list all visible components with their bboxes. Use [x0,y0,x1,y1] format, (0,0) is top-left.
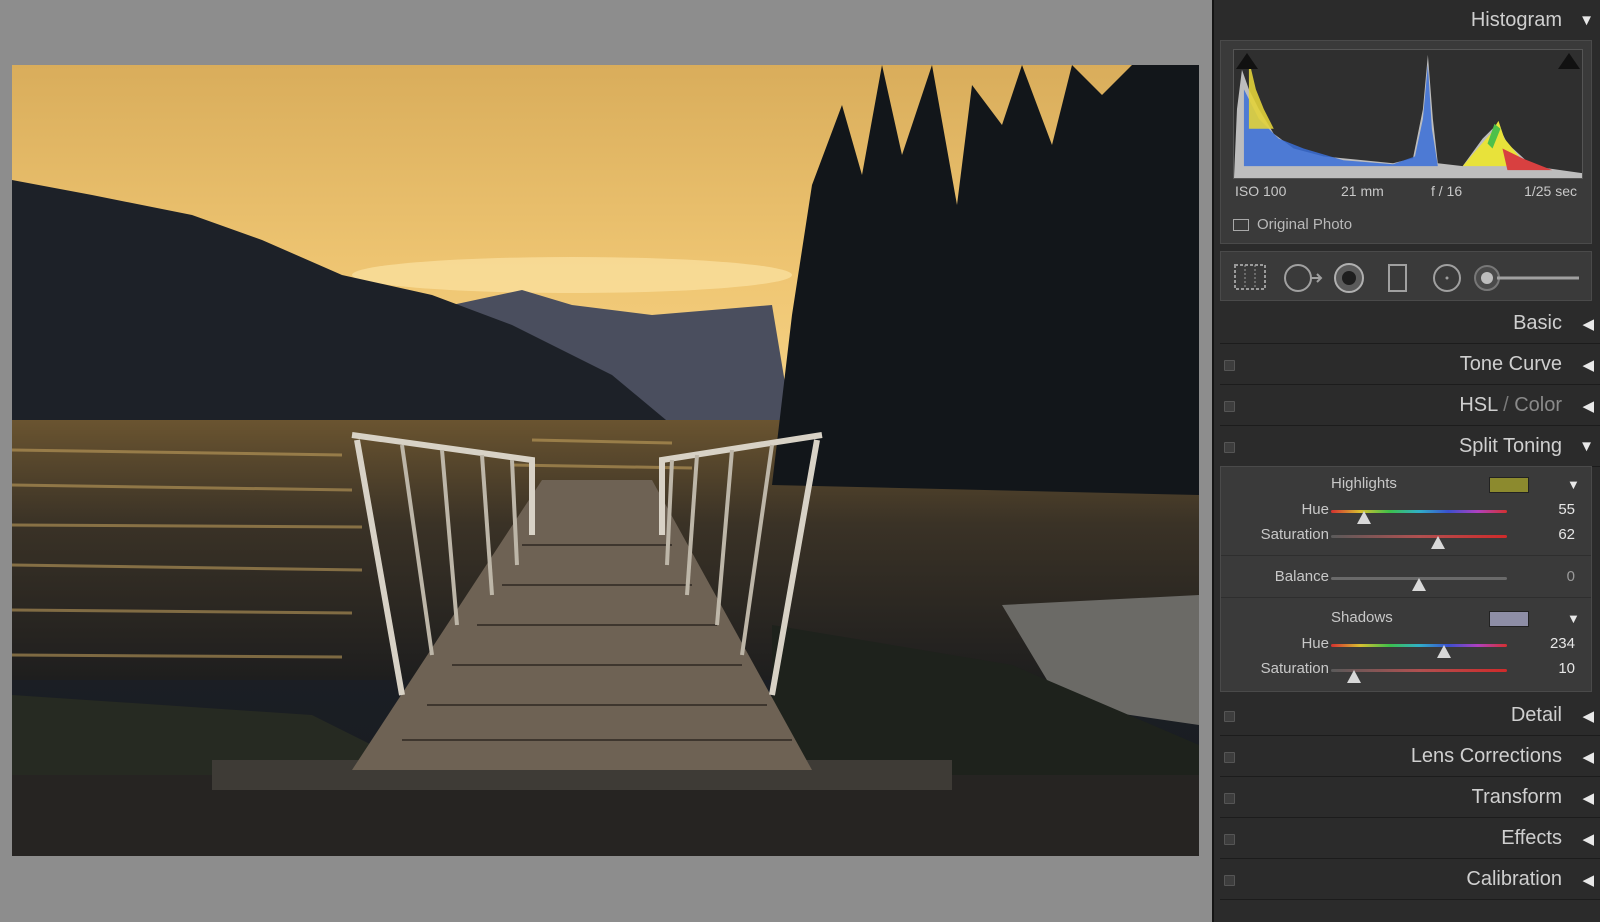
histogram-box: ISO 100 21 mm f / 16 1/25 sec Original P… [1220,40,1592,244]
highlights-sat-row: Saturation 62 [1221,526,1591,549]
shadows-sat-slider[interactable] [1331,669,1507,683]
crop-overlay-icon[interactable] [1233,263,1267,291]
transform-panel-header[interactable]: Transform ◀ [1220,777,1600,818]
highlights-sat-label: Saturation [1260,526,1329,543]
highlights-sat-value[interactable]: 62 [1558,526,1575,543]
checkbox-icon[interactable] [1233,219,1249,232]
hsl-separator: / [1497,394,1515,416]
photo-preview[interactable] [12,65,1199,856]
focal-readout: 21 mm [1341,183,1384,199]
basic-panel-header[interactable]: Basic ◀ [1220,303,1600,344]
highlights-label: Highlights [1331,475,1397,492]
balance-slider[interactable] [1331,577,1507,591]
collapse-down-icon[interactable]: ▼ [1579,12,1594,29]
collapsed-left-icon[interactable]: ◀ [1582,871,1594,889]
lens-corrections-title: Lens Corrections [1410,745,1562,767]
panel-switch-icon[interactable] [1224,442,1235,453]
aperture-readout: f / 16 [1431,183,1463,199]
collapsed-left-icon[interactable]: ◀ [1582,830,1594,848]
split-toning-title: Split Toning [1458,435,1562,457]
original-photo-label: Original Photo [1257,216,1353,233]
split-toning-body: Highlights ▼ Hue 55 Saturation 62 Balanc… [1220,466,1592,692]
original-photo-toggle[interactable]: Original Photo [1233,216,1352,233]
collapsed-left-icon[interactable]: ◀ [1582,748,1594,766]
divider [1221,597,1591,598]
red-eye-icon[interactable] [1333,263,1365,295]
tone-curve-title: Tone Curve [1459,353,1562,375]
highlights-hue-value[interactable]: 55 [1558,501,1575,518]
calibration-panel-header[interactable]: Calibration ◀ [1220,859,1600,900]
detail-title: Detail [1510,704,1562,726]
histogram-graph[interactable] [1233,49,1583,179]
shadow-clipping-icon[interactable] [1236,53,1258,69]
shadows-hue-slider[interactable] [1331,644,1507,658]
hsl-tab[interactable]: HSL [1459,394,1497,416]
color-tab[interactable]: Color [1514,394,1562,416]
graduated-filter-icon[interactable] [1387,263,1409,293]
detail-panel-header[interactable]: Detail ◀ [1220,695,1600,736]
panel-switch-icon[interactable] [1224,793,1235,804]
radial-filter-icon[interactable] [1431,263,1463,295]
shadows-menu-icon[interactable]: ▼ [1567,611,1580,626]
highlights-hue-slider[interactable] [1331,510,1507,524]
lens-corrections-panel-header[interactable]: Lens Corrections ◀ [1220,736,1600,777]
highlights-menu-icon[interactable]: ▼ [1567,477,1580,492]
panel-switch-icon[interactable] [1224,401,1235,412]
shadows-label: Shadows [1331,609,1393,626]
calibration-title: Calibration [1466,868,1562,890]
panel-switch-icon[interactable] [1224,752,1235,763]
panel-switch-icon[interactable] [1224,360,1235,371]
shutter-readout: 1/25 sec [1524,183,1577,199]
slider-thumb[interactable] [1357,511,1372,524]
lake-dock-photo [12,65,1199,856]
histogram-title: Histogram [1470,9,1562,31]
tone-curve-panel-header[interactable]: Tone Curve ◀ [1220,344,1600,385]
shadows-sat-value[interactable]: 10 [1558,660,1575,677]
balance-row: Balance 0 [1221,568,1591,591]
collapsed-left-icon[interactable]: ◀ [1582,789,1594,807]
effects-panel-header[interactable]: Effects ◀ [1220,818,1600,859]
collapsed-left-icon[interactable]: ◀ [1582,397,1594,415]
histogram-curve [1234,54,1582,178]
histogram-header[interactable]: Histogram ▼ [1220,0,1600,40]
shadows-color-swatch[interactable] [1489,611,1529,627]
slider-thumb[interactable] [1412,578,1426,591]
slider-thumb[interactable] [1346,670,1361,683]
collapsed-left-icon[interactable]: ◀ [1582,707,1594,725]
adjustment-brush-icon[interactable] [1473,263,1583,293]
panel-switch-icon[interactable] [1224,834,1235,845]
shadows-hue-label: Hue [1301,635,1329,652]
balance-label: Balance [1274,568,1329,585]
shadows-hue-value[interactable]: 234 [1550,635,1575,652]
develop-right-panel: Histogram ▼ ISO 100 21 mm f / 16 1/25 se… [1212,0,1600,922]
transform-title: Transform [1471,786,1562,808]
hsl-color-title: HSL / Color [1459,394,1562,417]
slider-thumb[interactable] [1436,645,1451,658]
shadows-hue-row: Hue 234 [1221,635,1591,658]
iso-readout: ISO 100 [1235,183,1287,199]
spot-removal-icon[interactable] [1283,263,1323,293]
highlights-color-swatch[interactable] [1489,477,1529,493]
photo-canvas[interactable] [0,0,1212,922]
balance-value[interactable]: 0 [1567,568,1575,585]
shadows-sat-label: Saturation [1260,660,1329,677]
split-toning-panel-header[interactable]: Split Toning ▼ [1220,426,1600,467]
highlights-hue-row: Hue 55 [1221,501,1591,524]
panel-switch-icon[interactable] [1224,711,1235,722]
effects-title: Effects [1501,827,1562,849]
shadows-sat-row: Saturation 10 [1221,660,1591,683]
panel-switch-icon[interactable] [1224,875,1235,886]
divider [1221,555,1591,556]
basic-title: Basic [1513,312,1562,334]
highlights-sat-slider[interactable] [1331,535,1507,549]
highlights-hue-label: Hue [1301,501,1329,518]
hsl-color-panel-header[interactable]: HSL / Color ◀ [1220,385,1600,426]
tool-strip [1220,251,1592,301]
collapsed-left-icon[interactable]: ◀ [1582,315,1594,333]
collapse-down-icon[interactable]: ▼ [1579,438,1594,455]
collapsed-left-icon[interactable]: ◀ [1582,356,1594,374]
slider-thumb[interactable] [1431,536,1446,549]
highlight-clipping-icon[interactable] [1558,53,1580,69]
